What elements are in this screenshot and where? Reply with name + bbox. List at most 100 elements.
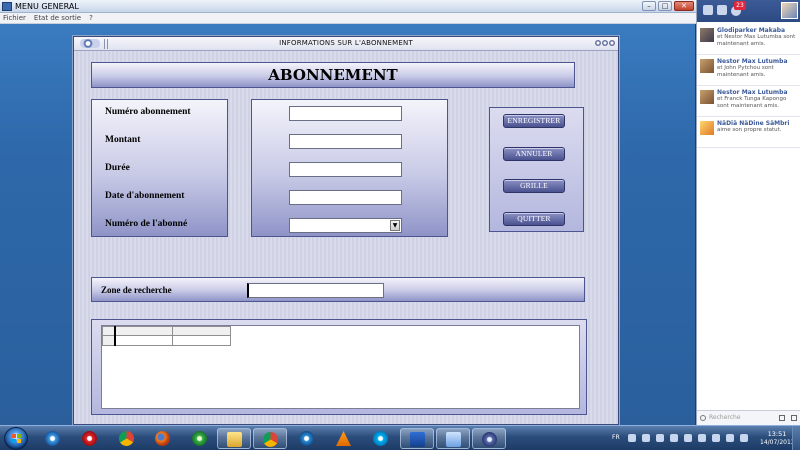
taskbar-vlc[interactable] (327, 428, 361, 449)
maximize-button[interactable]: □ (658, 1, 672, 11)
feed-text: aime son propre statut. (717, 127, 782, 133)
opera-icon (82, 431, 97, 446)
taskbar-media-player[interactable] (290, 428, 324, 449)
child-close-button[interactable] (609, 40, 615, 46)
clock-time[interactable]: 13:51 (762, 430, 792, 438)
list-item[interactable]: Glodiparker Makaba et Nestor Max Lutumba… (697, 24, 800, 55)
grid-cell[interactable] (172, 335, 231, 346)
vlc-icon (336, 431, 351, 446)
search-label: Zone de recherche (101, 285, 172, 295)
grid-cell[interactable] (114, 335, 173, 346)
social-sidebar: 23 Glodiparker Makaba et Nestor Max Lutu… (696, 0, 800, 425)
gear-icon[interactable] (779, 415, 785, 421)
label-numero-abonnement: Numéro abonnement (105, 107, 191, 117)
chrome-icon (119, 431, 134, 446)
sidebar-toolbar: 23 (697, 0, 800, 22)
label-duree: Durée (105, 163, 130, 173)
montant-input[interactable] (289, 134, 402, 149)
sidebar-search-input[interactable]: Recherche (709, 414, 741, 421)
taskbar-skype[interactable] (364, 428, 398, 449)
child-minimize-button[interactable] (595, 40, 601, 46)
taskbar-explorer[interactable] (217, 428, 251, 449)
date-abonnement-input[interactable] (289, 190, 402, 205)
network-icon[interactable] (726, 434, 734, 442)
clock-date[interactable]: 14/07/2013 (760, 439, 795, 446)
friends-icon[interactable] (703, 5, 713, 15)
avatar (700, 59, 714, 73)
form-heading: ABONNEMENT (268, 66, 398, 84)
taskbar-messenger[interactable] (436, 428, 470, 449)
child-window-controls (595, 40, 615, 46)
taskbar-chrome-window[interactable] (253, 428, 287, 449)
feed-author[interactable]: Nestor Max Lutumba (717, 89, 788, 96)
taskbar-internet-explorer[interactable] (36, 428, 70, 449)
minimize-button[interactable]: – (642, 1, 656, 11)
data-grid[interactable] (101, 325, 580, 409)
close-button[interactable]: ✕ (674, 1, 694, 11)
chevron-down-icon[interactable]: ▼ (390, 220, 400, 231)
grid-table (102, 326, 231, 346)
search-input[interactable] (247, 283, 384, 298)
labels-panel: Numéro abonnement Montant Durée Date d'a… (91, 99, 228, 237)
duree-input[interactable] (289, 162, 402, 177)
windows-logo-icon (12, 434, 21, 443)
show-hidden-icons-icon[interactable] (628, 434, 636, 442)
feed-author[interactable]: Glodiparker Makaba (717, 27, 785, 34)
child-maximize-button[interactable] (602, 40, 608, 46)
menu-fichier[interactable]: Fichier (3, 14, 26, 22)
feed-author[interactable]: Nestor Max Lutumba (717, 58, 788, 65)
heading-panel: ABONNEMENT (91, 62, 575, 88)
search-panel: Zone de recherche (91, 277, 585, 302)
feed-text: et Nestor Max Lutumba sont maintenant am… (717, 34, 796, 47)
label-date-abonnement: Date d'abonnement (105, 191, 185, 201)
child-titlebar: INFORMATIONS SUR L'ABONNEMENT (74, 37, 618, 51)
tray-app-icon[interactable] (698, 434, 706, 442)
menu-help[interactable]: ? (89, 14, 93, 22)
language-indicator[interactable]: FR (612, 434, 620, 441)
tray-app-icon[interactable] (656, 434, 664, 442)
menu-etat-de-sortie[interactable]: Etat de sortie (34, 14, 81, 22)
list-item[interactable]: Nestor Max Lutumba et Franck Tunga Kapon… (697, 86, 800, 117)
folder-icon (227, 432, 242, 447)
popout-icon[interactable] (791, 415, 797, 421)
list-item[interactable]: Nestor Max Lutumba et John Pytchou sont … (697, 55, 800, 86)
save-button[interactable]: ENREGISTRER (503, 114, 565, 128)
grid-header-row (102, 326, 231, 336)
chrome-icon (263, 432, 278, 447)
tray-app-icon[interactable] (670, 434, 678, 442)
tray-app-icon[interactable] (712, 434, 720, 442)
cancel-button[interactable]: ANNULER (503, 147, 565, 161)
grid-column-header[interactable] (114, 326, 173, 336)
grid-panel (91, 319, 587, 415)
taskbar-opera[interactable] (73, 428, 107, 449)
taskbar-menu-general[interactable] (472, 428, 506, 449)
app-title: MENU GENERAL (15, 1, 79, 11)
numero-abonne-select[interactable]: ▼ (289, 218, 402, 233)
avatar (700, 121, 714, 135)
table-row[interactable] (102, 335, 231, 346)
child-window-body: ABONNEMENT Numéro abonnement Montant Dur… (74, 51, 618, 424)
avatar (700, 90, 714, 104)
show-desktop-button[interactable] (792, 426, 800, 450)
tray-app-icon[interactable] (684, 434, 692, 442)
quit-button[interactable]: QUITTER (503, 212, 565, 226)
numero-abonnement-input[interactable] (289, 106, 402, 121)
list-item[interactable]: NäDiä NäDine SäMbri aime son propre stat… (697, 117, 800, 148)
grid-button[interactable]: GRILLE (503, 179, 565, 193)
app-icon (482, 432, 497, 447)
start-button[interactable] (4, 427, 28, 450)
taskbar-word[interactable] (400, 428, 434, 449)
messages-icon[interactable] (717, 5, 727, 15)
system-tray: FR 13:51 14/07/2013 (610, 426, 800, 450)
grid-row-header[interactable] (102, 335, 116, 346)
taskbar-green-app[interactable] (183, 428, 217, 449)
internet-explorer-icon (45, 431, 60, 446)
taskbar-firefox[interactable] (146, 428, 180, 449)
avatar[interactable] (781, 2, 798, 19)
tray-app-icon[interactable] (642, 434, 650, 442)
volume-icon[interactable] (740, 434, 748, 442)
taskbar-chrome[interactable] (110, 428, 144, 449)
label-numero-abonne: Numéro de l'abonné (105, 219, 188, 229)
feed-author[interactable]: NäDiä NäDine SäMbri (717, 120, 789, 127)
grid-column-header[interactable] (172, 326, 231, 336)
